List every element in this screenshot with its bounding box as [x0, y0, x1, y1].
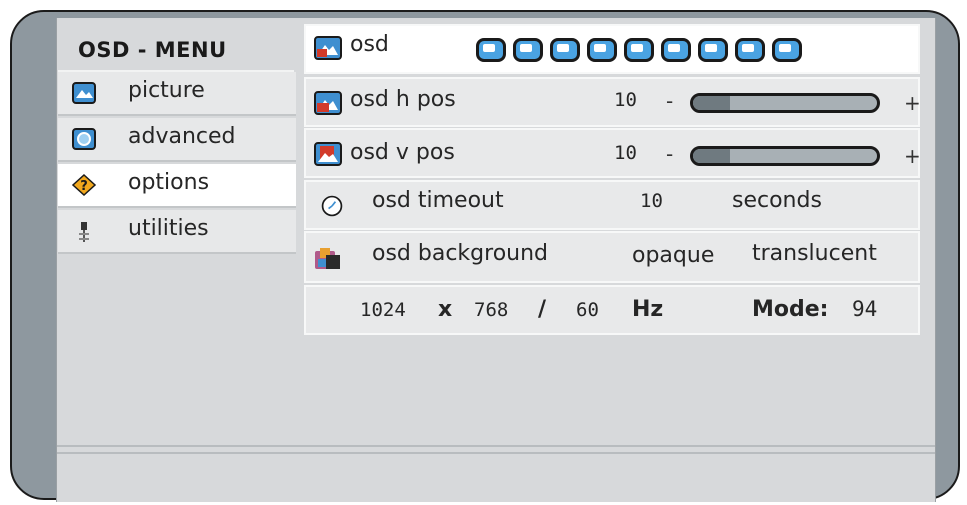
osd-segment[interactable]: [735, 38, 765, 62]
osd-segment[interactable]: [550, 38, 580, 62]
osd-v-pos-plus[interactable]: +: [904, 144, 921, 168]
options-icon: ?: [72, 174, 96, 196]
divider: [57, 452, 935, 454]
osd-h-pos-value: 10: [614, 89, 637, 111]
osd-v-pos-value: 10: [614, 142, 637, 164]
osd-v-pos-row[interactable]: osd v pos 10 - +: [304, 128, 921, 178]
osd-h-pos-icon: [314, 91, 342, 115]
status-row: 1024 x 768 / 60 Hz Mode: 94: [304, 285, 920, 335]
nav-item-picture[interactable]: picture: [58, 72, 296, 116]
mode-value: 94: [852, 297, 878, 321]
refresh-rate: 60: [576, 299, 599, 321]
nav-item-options[interactable]: ? options: [58, 164, 296, 208]
nav-item-label: advanced: [128, 124, 236, 149]
background-icon: [315, 248, 340, 269]
osd-timeout-unit: seconds: [732, 188, 822, 213]
osd-segment[interactable]: [698, 38, 728, 62]
osd-h-pos-slider[interactable]: [690, 93, 880, 113]
resolution-x: x: [438, 297, 453, 322]
svg-text:?: ?: [80, 179, 88, 194]
osd-timeout-value: 10: [640, 190, 663, 212]
osd-background-opaque[interactable]: opaque: [632, 243, 714, 268]
osd-segment[interactable]: [624, 38, 654, 62]
advanced-icon: [72, 128, 96, 150]
osd-timeout-row[interactable]: osd timeout 10 seconds: [304, 180, 920, 230]
osd-background-label: osd background: [372, 241, 548, 266]
nav-item-advanced[interactable]: advanced: [58, 118, 296, 162]
nav-item-label: picture: [128, 78, 205, 103]
osd-v-pos-minus[interactable]: -: [666, 142, 673, 166]
osd-segment[interactable]: [513, 38, 543, 62]
nav-item-label: utilities: [128, 216, 209, 241]
osd-label: osd: [350, 32, 389, 57]
resolution-slash: /: [538, 297, 547, 322]
osd-background-row[interactable]: osd background opaque translucent: [304, 231, 920, 283]
osd-icon: [314, 36, 342, 60]
menu-title: OSD - MENU: [78, 38, 227, 62]
refresh-unit: Hz: [632, 297, 664, 322]
slider-fill: [693, 149, 730, 163]
osd-v-pos-label: osd v pos: [350, 140, 455, 165]
slider-fill: [693, 96, 730, 110]
osd-segment[interactable]: [476, 38, 506, 62]
picture-icon: [72, 82, 96, 104]
osd-background-translucent[interactable]: translucent: [752, 241, 877, 266]
mode-label: Mode:: [752, 297, 829, 322]
resolution-height: 768: [474, 299, 509, 321]
resolution-width: 1024: [360, 299, 406, 321]
osd-h-pos-label: osd h pos: [350, 87, 456, 112]
osd-segment[interactable]: [772, 38, 802, 62]
osd-segment[interactable]: [587, 38, 617, 62]
osd-h-pos-row[interactable]: osd h pos 10 - +: [304, 77, 921, 127]
osd-row[interactable]: osd: [304, 24, 920, 74]
osd-h-pos-plus[interactable]: +: [904, 91, 921, 115]
osd-v-pos-icon: [314, 142, 342, 166]
divider: [57, 445, 935, 447]
osd-segment[interactable]: [661, 38, 691, 62]
nav-item-utilities[interactable]: utilities: [58, 210, 296, 254]
osd-h-pos-minus[interactable]: -: [666, 89, 673, 113]
nav-item-label: options: [128, 170, 210, 195]
clock-icon: [321, 195, 343, 217]
osd-timeout-label: osd timeout: [372, 188, 504, 213]
utilities-icon: [79, 222, 89, 242]
osd-v-pos-slider[interactable]: [690, 146, 880, 166]
